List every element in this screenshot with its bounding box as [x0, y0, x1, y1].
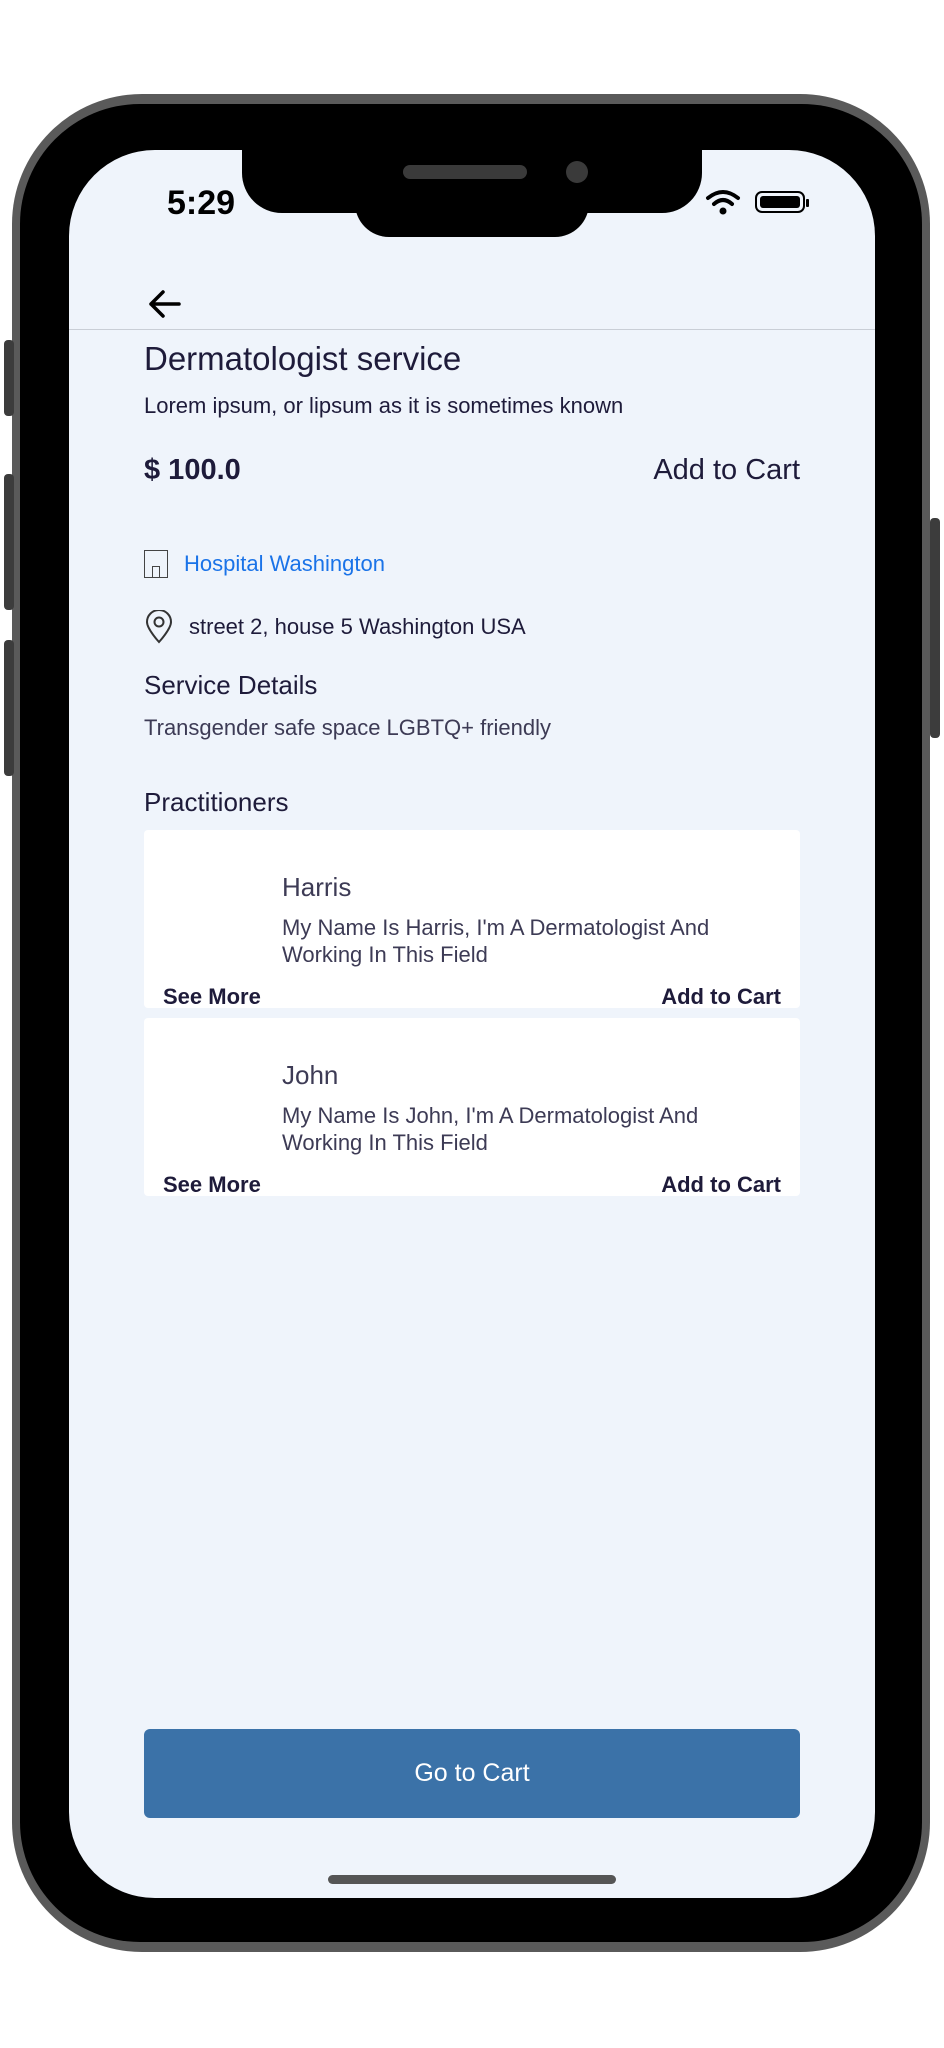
speaker [403, 165, 527, 179]
address-row: street 2, house 5 Washington USA [144, 610, 526, 644]
see-more-button[interactable]: See More [163, 984, 261, 1010]
practitioner-card: Harris My Name Is Harris, I'm A Dermatol… [144, 830, 800, 1010]
mute-switch [4, 340, 14, 416]
practitioner-description: My Name Is John, I'm A Dermatologist And… [282, 1103, 699, 1155]
hospital-row: Hospital Washington [144, 550, 385, 578]
location-pin-icon [145, 610, 173, 644]
home-indicator[interactable] [328, 1875, 616, 1884]
address-text: street 2, house 5 Washington USA [189, 614, 526, 639]
notch-lower [355, 190, 589, 237]
volume-up-button [4, 474, 14, 610]
service-subtitle: Lorem ipsum, or lipsum as it is sometime… [144, 393, 624, 418]
practitioner-add-to-cart-button[interactable]: Add to Cart [661, 1172, 781, 1198]
power-button [930, 518, 940, 738]
back-arrow-icon[interactable] [145, 284, 185, 324]
go-to-cart-button[interactable]: Go to Cart [144, 1729, 800, 1818]
volume-down-button [4, 640, 14, 776]
header-divider [69, 329, 875, 330]
see-more-button[interactable]: See More [163, 1172, 261, 1198]
service-details-text: Transgender safe space LGBTQ+ friendly [144, 715, 551, 740]
service-details-heading: Service Details [144, 670, 318, 700]
service-price: $ 100.0 [144, 454, 241, 486]
add-to-cart-button[interactable]: Add to Cart [653, 454, 800, 487]
service-title: Dermatologist service [144, 340, 462, 377]
status-icons [705, 188, 809, 216]
practitioner-name: Harris [282, 872, 352, 902]
battery-icon [755, 191, 809, 213]
practitioner-card: John My Name Is John, I'm A Dermatologis… [144, 1018, 800, 1198]
app-screen: 5:29 Dermatologist service Lorem ipsum, … [69, 150, 875, 1898]
practitioners-heading: Practitioners [144, 787, 289, 817]
practitioner-description: My Name Is Harris, I'm A Dermatologist A… [282, 915, 710, 967]
building-icon [144, 550, 168, 578]
wifi-icon [706, 190, 740, 215]
practitioner-name: John [282, 1060, 339, 1090]
practitioner-add-to-cart-button[interactable]: Add to Cart [661, 984, 781, 1010]
hospital-link[interactable]: Hospital Washington [184, 551, 385, 577]
front-camera [566, 161, 588, 183]
status-time: 5:29 [167, 184, 236, 222]
